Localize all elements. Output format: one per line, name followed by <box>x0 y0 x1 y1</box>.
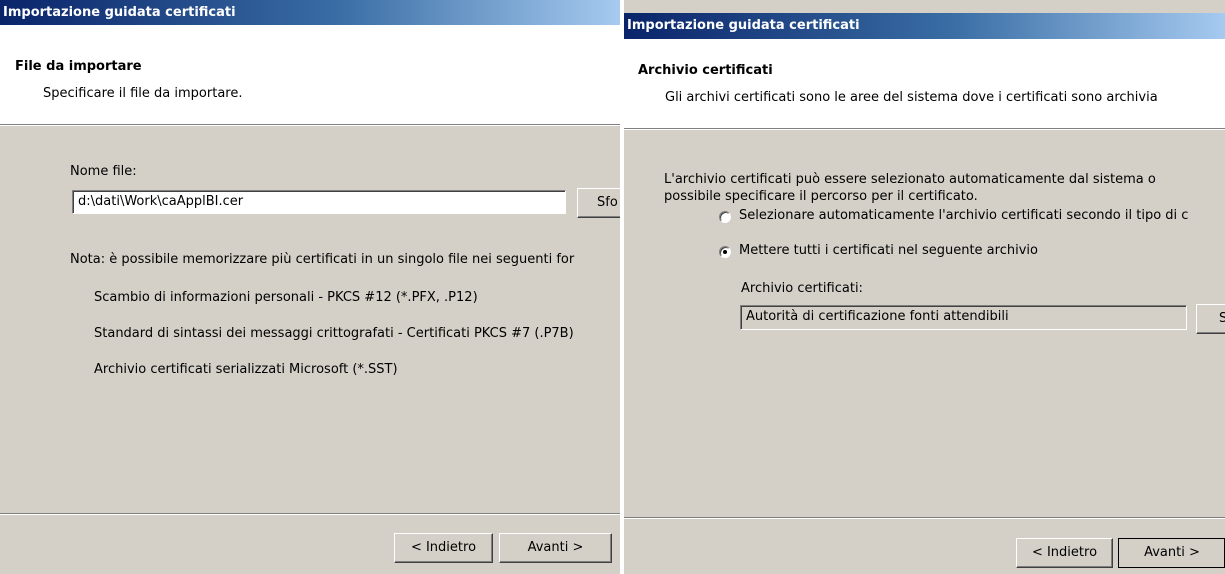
store-input: Autorità di certificazione fonti attendi… <box>740 305 1187 330</box>
radio-auto-label: Selezionare automaticamente l'archivio c… <box>739 208 1189 223</box>
next-button[interactable]: Avanti > <box>1118 538 1225 568</box>
wizard-header: File da importare Specificare il file da… <box>0 25 620 124</box>
browse-button[interactable]: S <box>1196 304 1225 334</box>
description-line: possibile specificare il percorso per il… <box>664 189 978 204</box>
page-heading: Archivio certificati <box>638 63 773 78</box>
radio-manual-store[interactable] <box>719 246 731 258</box>
format-item: Standard di sintassi dei messaggi critto… <box>94 326 574 341</box>
back-button[interactable]: < Indietro <box>394 533 493 563</box>
footer-divider <box>624 517 1225 519</box>
next-button[interactable]: Avanti > <box>499 533 612 563</box>
wizard-dialog-certificate-store: Importazione guidata certificati Archivi… <box>624 0 1225 574</box>
note-text: Nota: è possibile memorizzare più certif… <box>70 252 575 267</box>
footer-divider <box>0 513 620 515</box>
radio-auto-select[interactable] <box>719 211 731 223</box>
header-divider <box>624 128 1225 130</box>
description-line: L'archivio certificati può essere selezi… <box>664 172 1156 187</box>
store-label: Archivio certificati: <box>741 281 863 296</box>
filename-input[interactable]: d:\dati\Work\caApplBI.cer <box>72 190 566 214</box>
wizard-header: Archivio certificati Gli archivi certifi… <box>624 39 1225 128</box>
wizard-dialog-file-to-import: Importazione guidata certificati File da… <box>0 0 620 574</box>
title-bar: Importazione guidata certificati <box>624 13 1225 39</box>
format-item: Archivio certificati serializzati Micros… <box>94 362 398 377</box>
back-button[interactable]: < Indietro <box>1016 538 1113 568</box>
format-item: Scambio di informazioni personali - PKCS… <box>94 290 478 305</box>
title-bar: Importazione guidata certificati <box>0 0 620 25</box>
filename-label: Nome file: <box>70 164 137 179</box>
radio-selected-dot <box>723 250 727 254</box>
page-subtitle: Specificare il file da importare. <box>43 86 243 101</box>
header-divider <box>0 124 620 126</box>
page-subtitle: Gli archivi certificati sono le aree del… <box>665 90 1158 105</box>
browse-button[interactable]: Sfo <box>577 188 620 218</box>
page-heading: File da importare <box>15 59 142 74</box>
radio-manual-label: Mettere tutti i certificati nel seguente… <box>739 243 1038 258</box>
